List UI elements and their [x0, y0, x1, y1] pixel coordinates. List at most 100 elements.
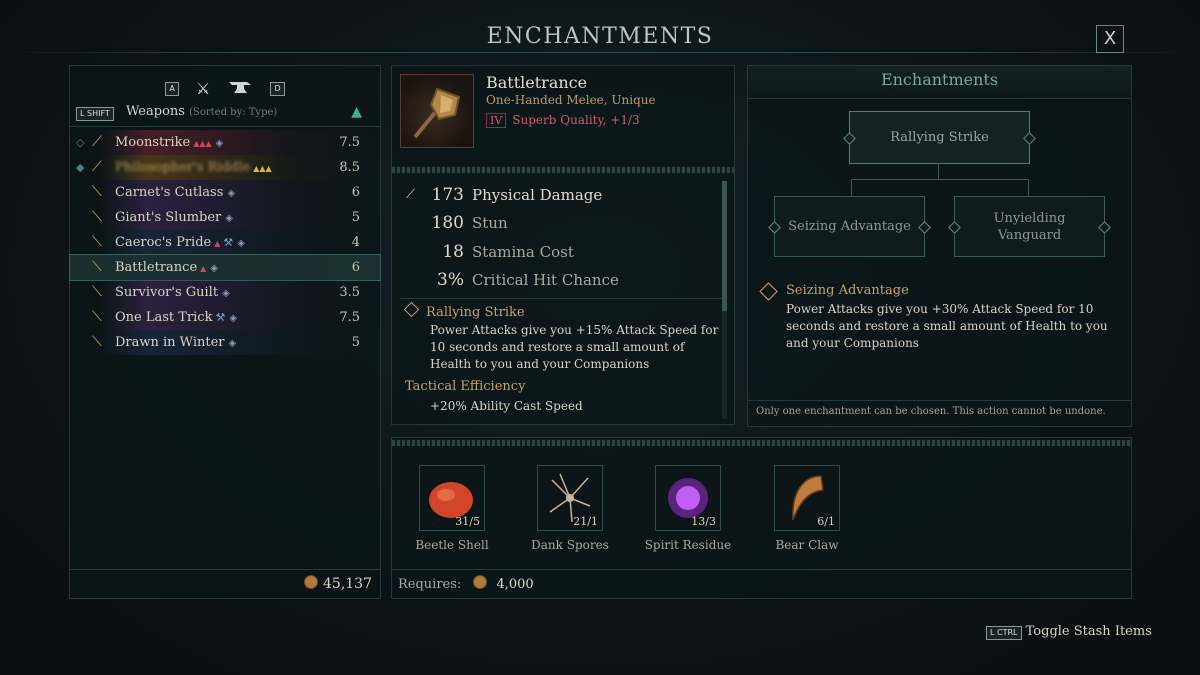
sword-icon: ⟋ [92, 159, 102, 175]
requirement: Requires: 4,000 [398, 575, 534, 592]
enchant-icon [403, 301, 420, 318]
list-header: L SHIFT Weapons (Sorted by: Type) ▲ [76, 104, 372, 122]
enchant-icon: ◈ [237, 238, 245, 249]
item-quality: IV Superb Quality, +1/3 [486, 113, 640, 128]
requires-divider [392, 569, 1131, 570]
list-item-selected[interactable]: ⟍ Battletrance ▲ ◈ 6 [69, 254, 381, 281]
sword-icon: ⟍ [92, 184, 102, 200]
node-connector-icon [1098, 220, 1111, 234]
node-connector-icon [1023, 131, 1036, 145]
item-name: Moonstrike ▲▲▲ ◈ [115, 135, 224, 150]
warning-text: Only one enchantment can be chosen. This… [756, 406, 1106, 417]
list-item[interactable]: ⟍ Caeroc's Pride ▲ ⚒ ◈ 4 [70, 230, 380, 255]
current-enchantment-node[interactable]: Rallying Strike [843, 111, 1036, 164]
stats-divider [400, 298, 722, 299]
material-slot[interactable]: 21/1 Dank Spores [531, 465, 609, 552]
enchant-icon: ◈ [222, 288, 230, 299]
enchantment-option-seizing[interactable]: Seizing Advantage [768, 196, 931, 257]
item-value: 8.5 [339, 160, 360, 175]
item-value: 5 [351, 335, 360, 350]
enchant-icon: ◈ [215, 138, 224, 149]
sword-icon: ⟋ [92, 134, 102, 150]
coin-icon [473, 575, 488, 589]
sort-label[interactable]: (Sorted by: Type) [189, 107, 277, 118]
details-scrollbar[interactable] [722, 181, 727, 419]
list-item[interactable]: ⟍ Giant's Slumber ◈ 5 [70, 205, 380, 230]
header-divider [70, 126, 380, 127]
material-box: 31/5 [419, 465, 485, 531]
axe-icon: ⟍ [92, 334, 102, 350]
material-name: Bear Claw [775, 538, 839, 552]
enchant-icon: ◈ [225, 213, 233, 224]
item-name: Carnet's Cutlass ◈ [115, 185, 236, 200]
item-value: 7.5 [339, 310, 360, 325]
item-name: Giant's Slumber ◈ [115, 210, 233, 225]
material-quantity: 31/5 [455, 515, 480, 528]
material-slot[interactable]: 31/5 Beetle Shell [415, 465, 489, 552]
perk-heading: Tactical Efficiency [405, 379, 526, 394]
list-item[interactable]: ⟍ Carnet's Cutlass ◈ 6 [70, 180, 380, 205]
item-name: One Last Trick ⚒ ◈ [115, 310, 238, 325]
stat-row: 3% Critical Hit Chance [437, 270, 619, 290]
list-item[interactable]: ⟍ Survivor's Guilt ◈ 3.5 [70, 280, 380, 305]
enchantment-heading: Rallying Strike [403, 301, 525, 320]
stat-row: 180 Stun [431, 213, 508, 233]
material-quantity: 6/1 [817, 515, 835, 528]
material-slot[interactable]: 13/3 Spirit Residue [645, 465, 731, 552]
material-slot[interactable]: 6/1 Bear Claw [774, 465, 840, 552]
ornament-divider [392, 440, 1131, 446]
item-value: 6 [351, 260, 360, 275]
rarity-icon: ▲▲▲ [193, 139, 212, 148]
item-value: 5 [351, 210, 360, 225]
anvil-icon[interactable] [227, 80, 258, 99]
equipped-icon: ◆ [76, 161, 85, 174]
prev-tab-key[interactable]: A [165, 81, 179, 96]
item-name: Survivor's Guilt ◈ [115, 285, 230, 300]
weapon-list-panel: A ⚔ D L SHIFT Weapons (Sorted by: Type) … [69, 65, 381, 599]
dagger-icon: ⟍ [92, 284, 102, 300]
footer-divider [70, 569, 380, 570]
toggle-stash-hint[interactable]: L CTRL Toggle Stash Items [986, 624, 1152, 640]
enchant-icon: ◈ [229, 313, 238, 324]
material-quantity: 13/3 [691, 515, 716, 528]
enchant-icon: ◈ [228, 338, 237, 349]
equipped-icon: ◇ [76, 136, 85, 149]
gold-total: 45,137 [304, 575, 372, 592]
mace-icon: ⟍ [92, 259, 102, 275]
list-item[interactable]: ⟍ Drawn in Winter ◈ 5 [70, 330, 380, 355]
material-box: 6/1 [774, 465, 840, 531]
item-value: 6 [351, 185, 360, 200]
list-item[interactable]: ◇ ⟋ Moonstrike ▲▲▲ ◈ 7.5 [70, 130, 380, 155]
list-item[interactable]: ◆ ⟋ Philosopher's Riddle ▲▲▲ 8.5 [70, 155, 380, 180]
close-button[interactable]: X [1096, 25, 1124, 53]
category-tabs: A ⚔ D [70, 78, 380, 99]
node-connector-icon [843, 131, 856, 145]
stash-icon[interactable]: ▲ [351, 104, 362, 120]
material-name: Beetle Shell [415, 538, 489, 552]
enchantment-option-vanguard[interactable]: Unyielding Vanguard [948, 196, 1111, 257]
crossed-swords-icon[interactable]: ⚔ [196, 79, 210, 98]
item-value: 3.5 [339, 285, 360, 300]
item-title: Battletrance [486, 73, 588, 92]
tree-connector [1028, 179, 1029, 196]
rarity-icon: ▲▲▲ [253, 164, 272, 173]
ornament-divider [392, 167, 734, 173]
material-box: 13/3 [655, 465, 721, 531]
anvil-icon: ⚒ [223, 236, 234, 249]
materials-panel: 31/5 Beetle Shell 21/1 Dank Spores 13/3 … [391, 437, 1132, 599]
stat-row: 18 Stamina Cost [442, 242, 574, 262]
weapons-label: Weapons [126, 104, 185, 119]
dagger-icon: ⟍ [92, 234, 102, 250]
list-label: Weapons (Sorted by: Type) [126, 104, 277, 119]
sort-key[interactable]: L SHIFT [76, 107, 114, 121]
list-item[interactable]: ⟍ One Last Trick ⚒ ◈ 7.5 [70, 305, 380, 330]
next-tab-key[interactable]: D [270, 81, 285, 96]
mace-icon [413, 87, 461, 139]
scrollbar-thumb[interactable] [722, 181, 727, 311]
tree-connector [851, 179, 852, 196]
item-portrait [400, 74, 474, 148]
material-name: Spirit Residue [644, 538, 732, 552]
node-connector-icon [918, 220, 931, 234]
rarity-icon: ▲ [214, 239, 221, 248]
node-connector-icon [768, 220, 781, 234]
